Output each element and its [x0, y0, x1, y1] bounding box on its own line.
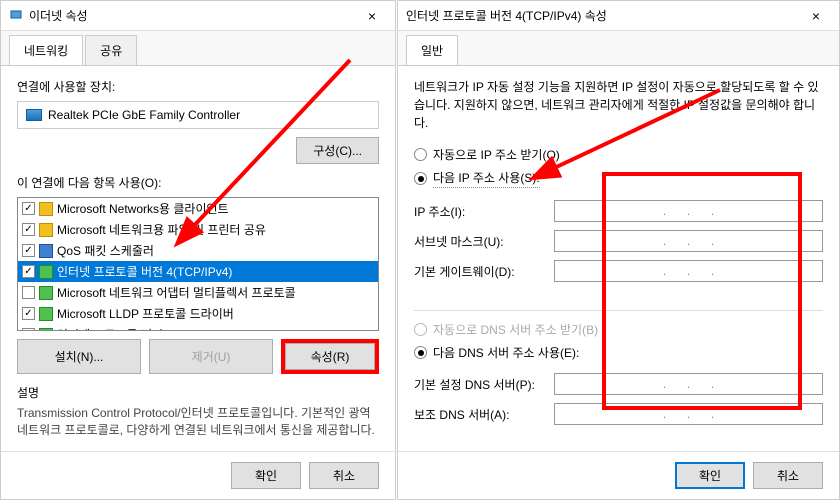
checkbox[interactable]: ✓	[22, 307, 35, 320]
adapter-label: 연결에 사용할 장치:	[17, 78, 379, 95]
proto-icon	[39, 265, 53, 279]
nic-icon	[26, 109, 42, 121]
cancel-button[interactable]: 취소	[753, 462, 823, 489]
label-dns-secondary: 보조 DNS 서버(A):	[414, 406, 554, 423]
list-item[interactable]: ✓ Microsoft 네트워크용 파일 및 프린터 공유	[18, 219, 378, 240]
footer-left: 확인 취소	[1, 451, 395, 499]
input-dns-secondary[interactable]: ...	[554, 403, 823, 425]
list-item[interactable]: Microsoft 네트워크 어댑터 멀티플렉서 프로토콜	[18, 282, 378, 303]
input-dns-primary[interactable]: ...	[554, 373, 823, 395]
remove-button: 제거(U)	[149, 339, 273, 374]
radio-manual-ip[interactable]: 다음 IP 주소 사용(S):	[414, 169, 823, 188]
list-item-label: QoS 패킷 스케줄러	[57, 242, 154, 259]
label-ip: IP 주소(I):	[414, 203, 554, 220]
install-button[interactable]: 설치(N)...	[17, 339, 141, 374]
ip-fields: IP 주소(I): ... 서브넷 마스크(U): ... 기본 게이트웨이(D…	[414, 200, 823, 290]
titlebar-left: 이더넷 속성 ×	[1, 1, 395, 31]
ethernet-icon	[9, 7, 23, 24]
description-text: Transmission Control Protocol/인터넷 프로토콜입니…	[17, 405, 379, 439]
list-item[interactable]: ✓ Microsoft Networks용 클라이언트	[18, 198, 378, 219]
window-title-right: 인터넷 프로토콜 버전 4(TCP/IPv4) 속성	[406, 7, 801, 24]
list-item-label: Microsoft 네트워크 어댑터 멀티플렉서 프로토콜	[57, 284, 296, 301]
radio-icon	[414, 148, 427, 161]
items-label: 이 연결에 다음 항목 사용(O):	[17, 174, 379, 191]
proto-icon	[39, 307, 53, 321]
cancel-button[interactable]: 취소	[309, 462, 379, 489]
radio-icon	[414, 172, 427, 185]
tab-general[interactable]: 일반	[406, 35, 458, 65]
label-dns-primary: 기본 설정 DNS 서버(P):	[414, 376, 554, 393]
checkbox[interactable]: ✓	[22, 223, 35, 236]
checkbox[interactable]: ✓	[22, 244, 35, 257]
list-item-label: 인터넷 프로토콜 버전 4(TCP/IPv4)	[57, 263, 232, 280]
list-item-label: Microsoft LLDP 프로토콜 드라이버	[57, 305, 234, 322]
tab-sharing[interactable]: 공유	[85, 35, 137, 65]
radio-label: 자동으로 IP 주소 받기(O)	[433, 146, 560, 163]
adapter-name: Realtek PCIe GbE Family Controller	[48, 108, 240, 122]
radio-auto-dns: 자동으로 DNS 서버 주소 받기(B)	[414, 321, 823, 338]
input-ip[interactable]: ...	[554, 200, 823, 222]
radio-manual-dns[interactable]: 다음 DNS 서버 주소 사용(E):	[414, 344, 823, 361]
list-item[interactable]: ✓ 인터넷 프로토콜 버전 4(TCP/IPv4)	[18, 261, 378, 282]
tabstrip-left: 네트워킹 공유	[1, 31, 395, 66]
ok-button[interactable]: 확인	[231, 462, 301, 489]
info-text: 네트워크가 IP 자동 설정 기능을 지원하면 IP 설정이 자동으로 할당되도…	[414, 78, 823, 132]
list-item[interactable]: ✓ 인터넷 프로토콜 버전 6(TCP/IPv6)	[18, 324, 378, 331]
adapter-box: Realtek PCIe GbE Family Controller	[17, 101, 379, 129]
window-title-left: 이더넷 속성	[29, 7, 357, 24]
titlebar-right: 인터넷 프로토콜 버전 4(TCP/IPv4) 속성 ×	[398, 1, 839, 31]
label-subnet: 서브넷 마스크(U):	[414, 233, 554, 250]
checkbox[interactable]	[22, 286, 35, 299]
description-title: 설명	[17, 384, 379, 401]
ethernet-properties-window: 이더넷 속성 × 네트워킹 공유 연결에 사용할 장치: Realtek PCI…	[0, 0, 396, 500]
radio-icon	[414, 346, 427, 359]
close-icon[interactable]: ×	[357, 8, 387, 24]
list-item-label: Microsoft 네트워크용 파일 및 프린터 공유	[57, 221, 266, 238]
body-right: 네트워크가 IP 자동 설정 기능을 지원하면 IP 설정이 자동으로 할당되도…	[398, 66, 839, 451]
action-row: 설치(N)... 제거(U) 속성(R)	[17, 339, 379, 374]
list-item-label: 인터넷 프로토콜 버전 6(TCP/IPv6)	[57, 326, 232, 331]
checkbox[interactable]: ✓	[22, 202, 35, 215]
configure-button[interactable]: 구성(C)...	[296, 137, 379, 164]
input-subnet[interactable]: ...	[554, 230, 823, 252]
radio-icon	[414, 323, 427, 336]
list-item[interactable]: ✓ QoS 패킷 스케줄러	[18, 240, 378, 261]
tab-networking[interactable]: 네트워킹	[9, 35, 83, 65]
checkbox[interactable]: ✓	[22, 328, 35, 331]
components-listbox[interactable]: ✓ Microsoft Networks용 클라이언트 ✓ Microsoft 네트워…	[17, 197, 379, 331]
radio-label: 자동으로 DNS 서버 주소 받기(B)	[433, 321, 598, 338]
radio-label: 다음 DNS 서버 주소 사용(E):	[433, 344, 579, 361]
label-gateway: 기본 게이트웨이(D):	[414, 263, 554, 280]
checkbox[interactable]: ✓	[22, 265, 35, 278]
proto-icon	[39, 328, 53, 332]
ok-button[interactable]: 확인	[675, 462, 745, 489]
tabstrip-right: 일반	[398, 31, 839, 66]
net-icon	[39, 202, 53, 216]
list-item-label: Microsoft Networks용 클라이언트	[57, 200, 229, 217]
ipv4-properties-window: 인터넷 프로토콜 버전 4(TCP/IPv4) 속성 × 일반 네트워크가 IP…	[397, 0, 840, 500]
proto-icon	[39, 286, 53, 300]
dns-fields: 기본 설정 DNS 서버(P): ... 보조 DNS 서버(A): ...	[414, 373, 823, 433]
net-icon	[39, 223, 53, 237]
radio-auto-ip[interactable]: 자동으로 IP 주소 받기(O)	[414, 146, 823, 163]
body-left: 연결에 사용할 장치: Realtek PCIe GbE Family Cont…	[1, 66, 395, 451]
footer-right: 확인 취소	[398, 451, 839, 499]
input-gateway[interactable]: ...	[554, 260, 823, 282]
list-item[interactable]: ✓ Microsoft LLDP 프로토콜 드라이버	[18, 303, 378, 324]
close-icon[interactable]: ×	[801, 8, 831, 24]
radio-label: 다음 IP 주소 사용(S):	[433, 169, 540, 188]
properties-button[interactable]: 속성(R)	[285, 343, 375, 370]
qos-icon	[39, 244, 53, 258]
